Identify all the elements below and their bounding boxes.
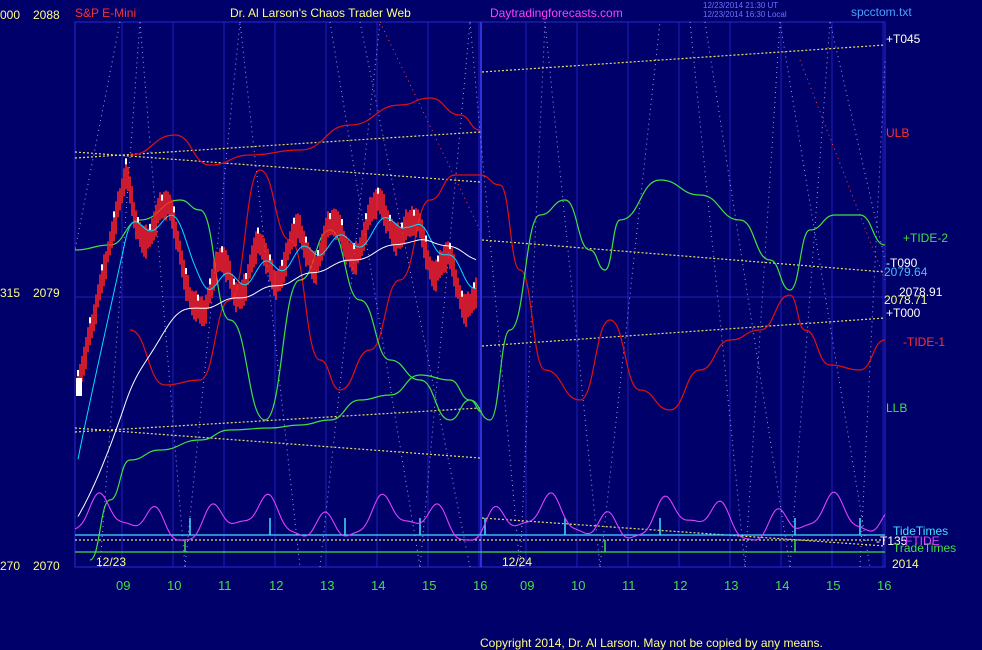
y-tick-right-bottom: 2070 <box>33 559 60 573</box>
label-t000: +T000 <box>886 306 921 320</box>
x-hour-label: 10 <box>167 578 181 593</box>
chart-title: Dr. Al Larson's Chaos Trader Web <box>230 6 411 20</box>
x-hour-label: 13 <box>724 578 738 593</box>
x-hour-label: 11 <box>622 578 636 593</box>
x-day-label-2: 12/24 <box>502 555 532 569</box>
x-hour-label: 15 <box>826 578 840 593</box>
x-hour-label: 15 <box>422 578 436 593</box>
copyright-footer: Copyright 2014, Dr. Al Larson. May not b… <box>480 636 823 650</box>
price-bar-open <box>76 378 82 396</box>
x-day-label-1: 12/23 <box>96 555 126 569</box>
y-tick-left-bottom: 270 <box>0 559 20 573</box>
chart-canvas: S&P E-Mini Dr. Al Larson's Chaos Trader … <box>0 0 982 650</box>
label-ulb: ULB <box>886 126 909 140</box>
timestamp-ut: 12/23/2014 21:30 UT <box>703 1 778 10</box>
x-hour-label: 10 <box>571 578 585 593</box>
x-hour-label: 12 <box>269 578 283 593</box>
label-llb: LLB <box>886 401 907 415</box>
x-hour-label: 12 <box>673 578 687 593</box>
x-hour-label: 14 <box>775 578 789 593</box>
label-price-2078-71: 2078.71 <box>884 293 928 307</box>
x-year-label: 2014 <box>892 557 919 571</box>
y-tick-left-mid: 315 <box>0 286 20 300</box>
x-hour-label: 13 <box>320 578 334 593</box>
symbol-title: S&P E-Mini <box>75 6 136 20</box>
y-tick-right-top: 2088 <box>33 8 60 22</box>
x-hour-label: 16 <box>473 578 487 593</box>
data-file-name: spcctom.txt <box>851 5 912 19</box>
x-hour-label: 16 <box>877 578 891 593</box>
timestamp-local: 12/23/2014 16:30 Local <box>703 10 787 19</box>
x-hour-label: 14 <box>371 578 385 593</box>
label-tradetimes: TradeTimes <box>893 541 956 555</box>
x-hour-label: 11 <box>218 578 232 593</box>
x-hour-label: 09 <box>520 578 534 593</box>
label-tide1: -TIDE-1 <box>903 335 945 349</box>
y-tick-right-mid: 2079 <box>33 286 60 300</box>
x-hour-label: 09 <box>116 578 130 593</box>
y-tick-left-top: 000 <box>0 8 20 22</box>
label-price-2079-64: 2079.64 <box>884 265 928 279</box>
site-link[interactable]: Daytradingforecasts.com <box>490 6 623 20</box>
label-tide2: +TIDE-2 <box>903 231 948 245</box>
label-t045: +T045 <box>886 32 921 46</box>
